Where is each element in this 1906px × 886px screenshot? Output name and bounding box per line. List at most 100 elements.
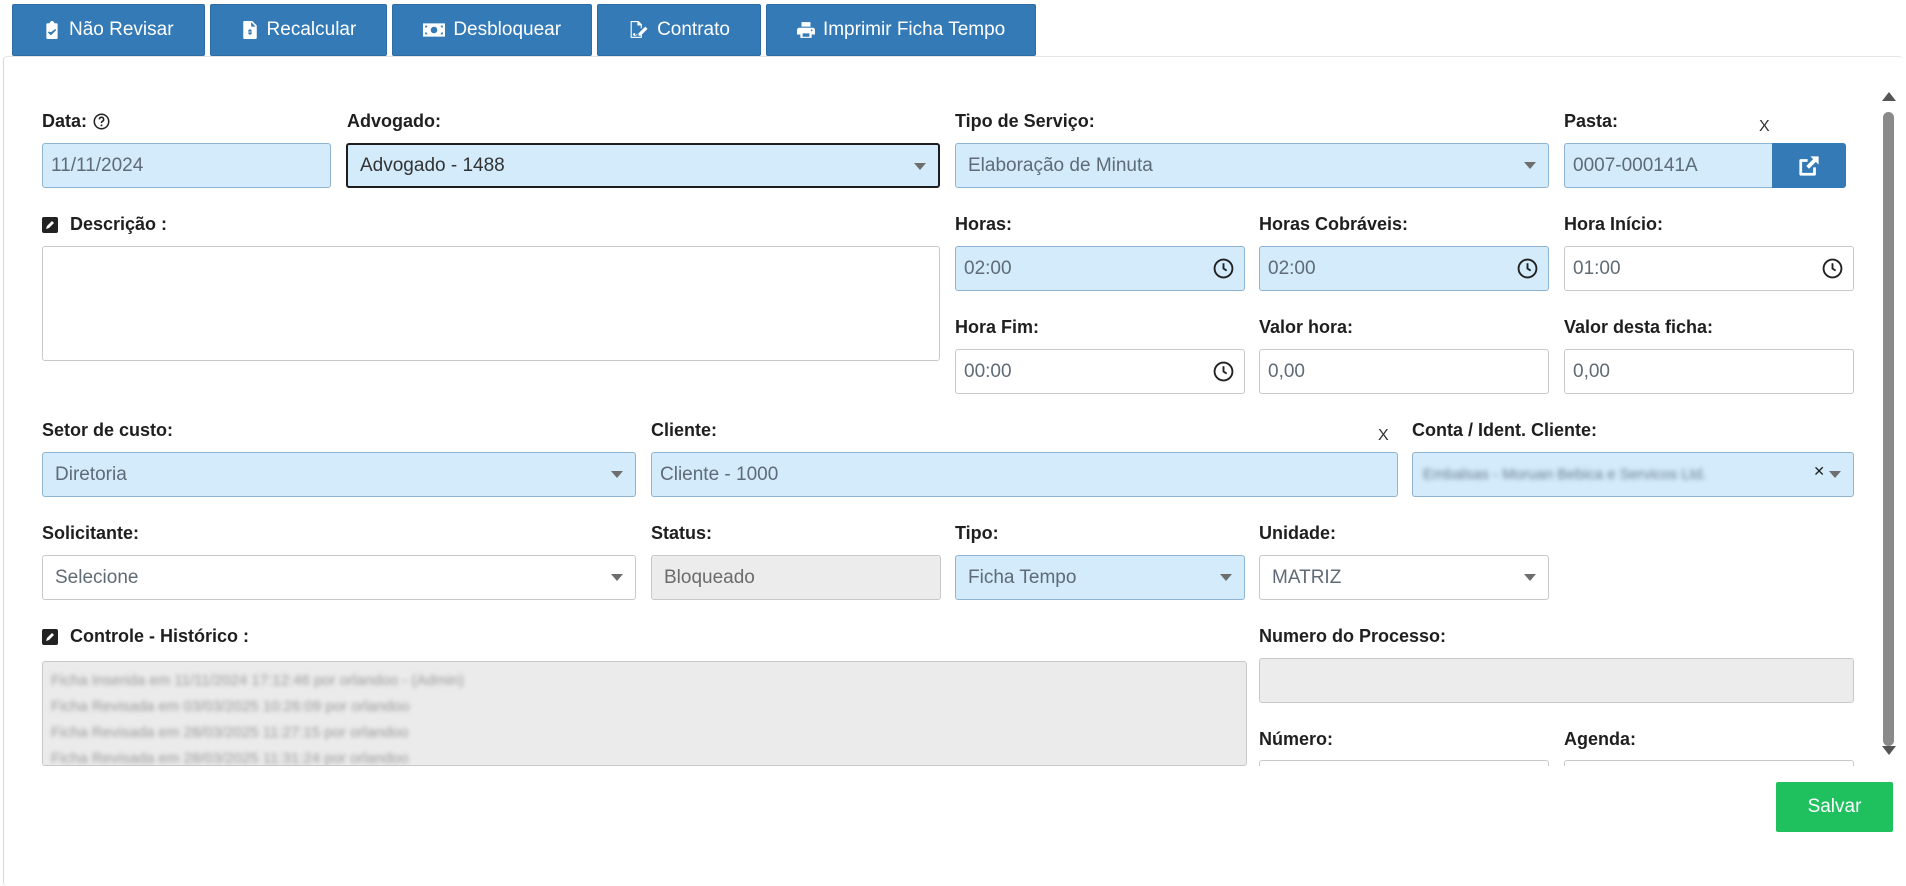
hora-inicio-value: 01:00 xyxy=(1573,257,1621,279)
question-circle-icon[interactable] xyxy=(93,113,110,130)
status-label: Status: xyxy=(651,523,713,543)
chevron-down-icon xyxy=(611,471,623,478)
unidade-select[interactable]: MATRIZ xyxy=(1259,555,1549,600)
tipo-servico-label: Tipo de Serviço: xyxy=(955,111,1095,131)
save-button[interactable]: Salvar xyxy=(1776,782,1893,832)
money-bill-icon xyxy=(423,23,446,37)
historico-line: Ficha Inserida em 11/11/2024 17:12:46 po… xyxy=(51,672,465,689)
setor-custo-label: Setor de custo: xyxy=(42,420,174,440)
hora-fim-input[interactable]: 00:00 xyxy=(955,349,1245,394)
external-link-icon xyxy=(1799,155,1819,176)
clock-icon[interactable] xyxy=(1213,361,1234,382)
data-input[interactable]: 11/11/2024 xyxy=(42,143,331,188)
recalcular-label: Recalcular xyxy=(266,19,357,40)
chevron-down-icon xyxy=(1524,162,1536,169)
nao-revisar-button[interactable]: Não Revisar xyxy=(12,4,205,56)
pasta-input[interactable]: 0007-000141A xyxy=(1564,143,1774,188)
advogado-value: Advogado - 1488 xyxy=(360,154,505,176)
horas-cobraveis-value: 02:00 xyxy=(1268,257,1316,279)
controle-historico-textarea[interactable]: Ficha Inserida em 11/11/2024 17:12:46 po… xyxy=(42,661,1247,766)
hora-fim-label: Hora Fim: xyxy=(955,317,1040,337)
edit-square-icon xyxy=(42,628,58,645)
file-invoice-icon xyxy=(242,21,257,39)
chevron-down-icon xyxy=(914,163,926,170)
agenda-input[interactable] xyxy=(1564,760,1854,766)
chevron-down-icon xyxy=(611,574,623,581)
numero-label: Número: xyxy=(1259,729,1334,749)
valor-hora-input[interactable]: 0,00 xyxy=(1259,349,1549,394)
hora-inicio-input[interactable]: 01:00 xyxy=(1564,246,1854,291)
scroll-down-arrow[interactable] xyxy=(1882,746,1896,755)
nao-revisar-label: Não Revisar xyxy=(69,19,174,40)
numero-processo-input xyxy=(1259,658,1854,703)
clipboard-check-icon xyxy=(46,21,58,39)
file-signature-icon xyxy=(630,21,648,38)
historico-line: Ficha Revisada em 28/03/2025 11:31:24 po… xyxy=(51,750,409,766)
clock-icon[interactable] xyxy=(1822,258,1843,279)
numero-input[interactable] xyxy=(1259,760,1549,766)
historico-line: Ficha Revisada em 03/03/2025 10:26:09 po… xyxy=(51,698,410,715)
toolbar: Não Revisar Recalcular Desbloquear Contr… xyxy=(12,4,1037,56)
horas-cobraveis-label: Horas Cobráveis: xyxy=(1259,214,1409,234)
valor-ficha-value: 0,00 xyxy=(1573,360,1610,382)
scrollbar-thumb[interactable] xyxy=(1883,112,1894,746)
descricao-label: Descrição : xyxy=(42,214,167,235)
conta-cliente-select[interactable]: Embalsas - Moruan Bebica e Servicos Ltd.… xyxy=(1412,452,1854,497)
pasta-clear-button[interactable]: X xyxy=(1759,118,1770,136)
contrato-label: Contrato xyxy=(657,19,730,40)
desbloquear-label: Desbloquear xyxy=(453,19,562,40)
open-pasta-button[interactable] xyxy=(1772,143,1846,188)
agenda-label: Agenda: xyxy=(1564,729,1636,749)
conta-cliente-value: Embalsas - Moruan Bebica e Servicos Ltd. xyxy=(1423,466,1707,483)
solicitante-select[interactable]: Selecione xyxy=(42,555,636,600)
setor-custo-value: Diretoria xyxy=(55,463,127,485)
unidade-label: Unidade: xyxy=(1259,523,1337,543)
horas-cobraveis-input[interactable]: 02:00 xyxy=(1259,246,1549,291)
conta-cliente-label: Conta / Ident. Cliente: xyxy=(1412,420,1598,440)
imprimir-ficha-tempo-button[interactable]: Imprimir Ficha Tempo xyxy=(765,4,1037,56)
valor-ficha-label: Valor desta ficha: xyxy=(1564,317,1714,337)
solicitante-label: Solicitante: xyxy=(42,523,140,543)
historico-line: Ficha Revisada em 28/03/2025 11:27:15 po… xyxy=(51,724,409,741)
data-label: Data: xyxy=(42,111,110,132)
solicitante-value: Selecione xyxy=(55,566,139,588)
hora-inicio-label: Hora Início: xyxy=(1564,214,1664,234)
valor-ficha-input[interactable]: 0,00 xyxy=(1564,349,1854,394)
contrato-button[interactable]: Contrato xyxy=(597,4,761,56)
horas-value: 02:00 xyxy=(964,257,1012,279)
valor-hora-value: 0,00 xyxy=(1268,360,1305,382)
numero-processo-label: Numero do Processo: xyxy=(1259,626,1447,646)
scroll-up-arrow[interactable] xyxy=(1882,92,1896,101)
horas-input[interactable]: 02:00 xyxy=(955,246,1245,291)
desbloquear-button[interactable]: Desbloquear xyxy=(392,4,593,56)
imprimir-label: Imprimir Ficha Tempo xyxy=(822,19,1006,40)
descricao-textarea[interactable] xyxy=(42,246,940,361)
clock-icon[interactable] xyxy=(1517,258,1538,279)
print-icon xyxy=(796,22,815,38)
tipo-select[interactable]: Ficha Tempo xyxy=(955,555,1245,600)
tipo-value: Ficha Tempo xyxy=(968,566,1077,588)
tipo-servico-select[interactable]: Elaboração de Minuta xyxy=(955,143,1549,188)
cliente-value: Cliente - 1000 xyxy=(660,463,779,485)
advogado-select[interactable]: Advogado - 1488 xyxy=(346,143,940,188)
tipo-label: Tipo: xyxy=(955,523,999,543)
data-value: 11/11/2024 xyxy=(51,154,144,176)
cliente-input[interactable]: Cliente - 1000 xyxy=(651,452,1398,497)
valor-hora-label: Valor hora: xyxy=(1259,317,1354,337)
status-value: Bloqueado xyxy=(664,566,755,588)
recalcular-button[interactable]: Recalcular xyxy=(209,4,388,56)
chevron-down-icon xyxy=(1829,471,1841,478)
clear-selection-icon[interactable]: ✕ xyxy=(1809,463,1825,480)
status-input: Bloqueado xyxy=(651,555,941,600)
controle-label: Controle - Histórico : xyxy=(42,626,249,647)
hora-fim-value: 00:00 xyxy=(964,360,1012,382)
edit-square-icon xyxy=(42,216,58,233)
clock-icon[interactable] xyxy=(1213,258,1234,279)
advogado-label: Advogado: xyxy=(347,111,441,131)
chevron-down-icon xyxy=(1524,574,1536,581)
cliente-label: Cliente: xyxy=(651,420,718,440)
setor-custo-select[interactable]: Diretoria xyxy=(42,452,636,497)
chevron-down-icon xyxy=(1220,574,1232,581)
cliente-clear-button[interactable]: X xyxy=(1378,427,1389,445)
pasta-value: 0007-000141A xyxy=(1573,154,1698,176)
